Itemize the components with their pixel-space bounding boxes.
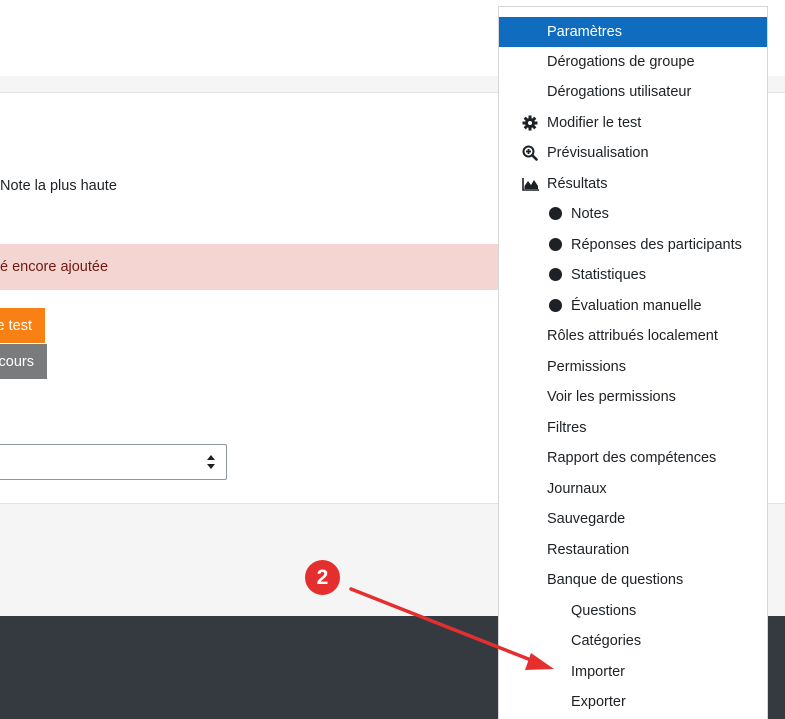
menu-item-label: Importer	[571, 664, 625, 680]
menu-item-questions[interactable]: Questions	[499, 596, 767, 626]
menu-item-label: Journaux	[547, 481, 607, 497]
menu-item-label: Filtres	[547, 420, 587, 436]
menu-item-sauvegarde[interactable]: Sauvegarde	[499, 504, 767, 534]
menu-item-label: Prévisualisation	[547, 145, 649, 161]
gear-icon	[522, 115, 538, 131]
menu-item-categories[interactable]: Catégories	[499, 626, 767, 656]
zoom-in-icon	[522, 145, 538, 161]
menu-item-derogations-utilisateur[interactable]: Dérogations utilisateur	[499, 77, 767, 107]
menu-item-label: Catégories	[571, 633, 642, 649]
menu-item-permissions[interactable]: Permissions	[499, 352, 767, 382]
bullet-icon	[549, 268, 562, 281]
menu-item-parametres[interactable]: Paramètres	[499, 17, 767, 47]
step-number: 2	[316, 565, 329, 589]
menu-item-label: Résultats	[547, 176, 608, 192]
select-arrows-icon	[207, 455, 215, 469]
back-to-course-button-label: cours	[0, 353, 34, 370]
menu-item-exporter[interactable]: Exporter	[499, 687, 767, 717]
area-chart-icon	[522, 178, 539, 191]
menu-item-label: Dérogations de groupe	[547, 54, 695, 70]
quiz-select[interactable]	[0, 444, 227, 480]
menu-item-journaux[interactable]: Journaux	[499, 474, 767, 504]
menu-item-derogations-groupe[interactable]: Dérogations de groupe	[499, 47, 767, 77]
bullet-icon	[549, 299, 562, 312]
menu-item-importer[interactable]: Importer	[499, 657, 767, 687]
menu-item-label: Banque de questions	[547, 572, 684, 588]
quiz-admin-menu: Paramètres Dérogations de groupe Dérogat…	[498, 6, 768, 719]
edit-quiz-button[interactable]: e test	[0, 308, 45, 343]
alert-text: é encore ajoutée	[0, 259, 109, 275]
menu-item-notes[interactable]: Notes	[499, 199, 767, 229]
bullet-icon	[549, 238, 562, 251]
alert-no-questions: é encore ajoutée	[0, 244, 500, 290]
menu-item-roles-locaux[interactable]: Rôles attribués localement	[499, 321, 767, 351]
menu-item-label: Voir les permissions	[547, 389, 676, 405]
grading-method-value: Note la plus haute	[0, 178, 117, 194]
menu-item-label: Exporter	[571, 694, 626, 710]
menu-item-previsualisation[interactable]: Prévisualisation	[499, 138, 767, 168]
back-to-course-button[interactable]: cours	[0, 344, 47, 379]
menu-item-rapport-competences[interactable]: Rapport des compétences	[499, 443, 767, 473]
menu-item-label: Statistiques	[571, 267, 646, 283]
menu-item-resultats[interactable]: Résultats	[499, 169, 767, 199]
menu-item-label: Évaluation manuelle	[571, 298, 702, 314]
menu-item-filtres[interactable]: Filtres	[499, 413, 767, 443]
menu-item-reponses[interactable]: Réponses des participants	[499, 230, 767, 260]
menu-item-label: Sauvegarde	[547, 511, 626, 527]
menu-item-label: Réponses des participants	[571, 237, 742, 253]
menu-item-modifier-test[interactable]: Modifier le test	[499, 108, 767, 138]
menu-item-statistiques[interactable]: Statistiques	[499, 260, 767, 290]
menu-item-evaluation-manuelle[interactable]: Évaluation manuelle	[499, 291, 767, 321]
menu-item-label: Modifier le test	[547, 115, 642, 131]
menu-item-label: Restauration	[547, 542, 630, 558]
menu-item-restauration[interactable]: Restauration	[499, 535, 767, 565]
edit-quiz-button-label: e test	[0, 317, 32, 334]
menu-item-banque-questions[interactable]: Banque de questions	[499, 565, 767, 595]
menu-item-label: Notes	[571, 206, 609, 222]
bullet-icon	[549, 207, 562, 220]
step-badge: 2	[305, 560, 340, 595]
menu-item-label: Questions	[571, 603, 637, 619]
menu-item-label: Paramètres	[547, 24, 622, 40]
menu-item-label: Rôles attribués localement	[547, 328, 718, 344]
menu-item-label: Rapport des compétences	[547, 450, 717, 466]
menu-item-voir-permissions[interactable]: Voir les permissions	[499, 382, 767, 412]
menu-item-label: Dérogations utilisateur	[547, 84, 692, 100]
menu-item-label: Permissions	[547, 359, 626, 375]
